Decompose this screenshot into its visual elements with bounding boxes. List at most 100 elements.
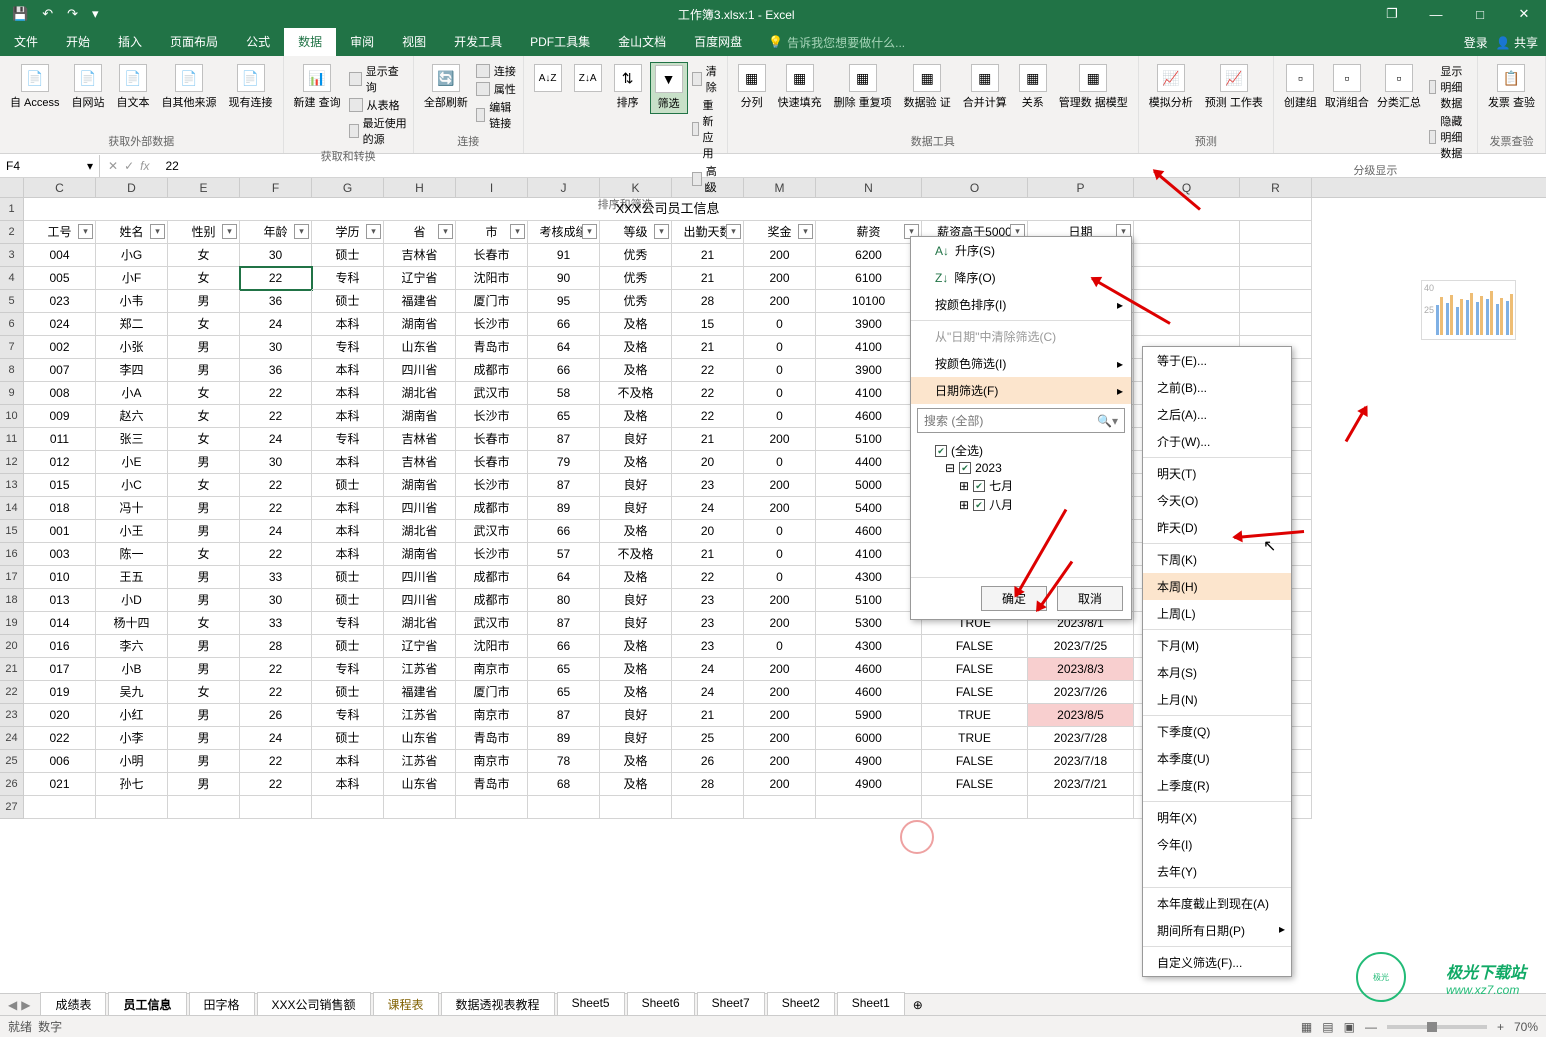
header-cell[interactable]: 工号▾ [24, 221, 96, 244]
cell[interactable]: 男 [168, 704, 240, 727]
cell[interactable]: 及格 [600, 566, 672, 589]
cell[interactable]: 23 [672, 589, 744, 612]
menu-插入[interactable]: 插入 [104, 28, 156, 56]
header-cell[interactable]: 年龄▾ [240, 221, 312, 244]
cell[interactable]: 200 [744, 589, 816, 612]
cell[interactable]: 018 [24, 497, 96, 520]
cell[interactable]: 200 [744, 658, 816, 681]
cell[interactable]: 本科 [312, 382, 384, 405]
cell[interactable]: 22 [240, 267, 312, 290]
row-header[interactable]: 9 [0, 382, 24, 405]
tree-year-2023[interactable]: ⊟✔2023 [935, 460, 1121, 476]
row-header[interactable]: 23 [0, 704, 24, 727]
cell[interactable]: 2023/7/25 [1028, 635, 1134, 658]
cell[interactable]: 22 [672, 405, 744, 428]
cell[interactable]: 湖南省 [384, 405, 456, 428]
cell[interactable]: 四川省 [384, 589, 456, 612]
cell[interactable]: 成都市 [456, 359, 528, 382]
cell[interactable]: 及格 [600, 336, 672, 359]
zoom-out-icon[interactable]: — [1365, 1020, 1377, 1034]
cell[interactable]: 21 [672, 543, 744, 566]
cell[interactable]: 4600 [816, 658, 922, 681]
cell[interactable]: 及格 [600, 681, 672, 704]
maximize-icon[interactable]: □ [1462, 7, 1498, 22]
cell[interactable]: 017 [24, 658, 96, 681]
cell[interactable]: 21 [672, 336, 744, 359]
cell[interactable]: 6100 [816, 267, 922, 290]
cell[interactable]: 30 [240, 451, 312, 474]
row-header[interactable]: 25 [0, 750, 24, 773]
row-header[interactable]: 12 [0, 451, 24, 474]
cell[interactable]: 0 [744, 313, 816, 336]
ribbon-btn[interactable]: 📈模拟分析 [1145, 62, 1197, 112]
filter-icon[interactable]: ▾ [150, 224, 165, 239]
cell[interactable]: 2023/7/21 [1028, 773, 1134, 796]
header-cell[interactable]: 奖金▾ [744, 221, 816, 244]
cell[interactable]: 良好 [600, 497, 672, 520]
menu-数据[interactable]: 数据 [284, 28, 336, 56]
cell[interactable]: 沈阳市 [456, 635, 528, 658]
cell[interactable]: 及格 [600, 313, 672, 336]
cell[interactable]: 女 [168, 267, 240, 290]
cell[interactable]: 良好 [600, 428, 672, 451]
sheet-tab[interactable]: Sheet5 [557, 992, 625, 1018]
filter-icon[interactable]: ▾ [222, 224, 237, 239]
cell[interactable]: 四川省 [384, 359, 456, 382]
minimize-icon[interactable]: — [1418, 7, 1454, 22]
cell[interactable]: 24 [240, 428, 312, 451]
ribbon-sm[interactable]: 显示明细数据 [1429, 62, 1471, 112]
cell[interactable]: 20 [672, 520, 744, 543]
cell[interactable]: 003 [24, 543, 96, 566]
cell[interactable]: 15 [672, 313, 744, 336]
col-header[interactable]: C [24, 178, 96, 197]
cell[interactable]: 90 [528, 267, 600, 290]
cell[interactable]: 78 [528, 750, 600, 773]
cell[interactable]: 0 [744, 405, 816, 428]
cell[interactable]: 64 [528, 566, 600, 589]
cell[interactable]: 23 [672, 474, 744, 497]
cell[interactable]: 江苏省 [384, 658, 456, 681]
filter-icon[interactable]: ▾ [294, 224, 309, 239]
view-layout-icon[interactable]: ▤ [1322, 1020, 1333, 1034]
ribbon-btn[interactable]: ▦数据验 证 [900, 62, 955, 112]
col-header[interactable]: M [744, 178, 816, 197]
cell[interactable]: 6000 [816, 727, 922, 750]
cell[interactable]: 013 [24, 589, 96, 612]
col-header[interactable]: H [384, 178, 456, 197]
col-header[interactable]: N [816, 178, 922, 197]
cell[interactable]: 22 [240, 543, 312, 566]
cell[interactable]: 湖南省 [384, 313, 456, 336]
cell[interactable]: 023 [24, 290, 96, 313]
menu-PDF工具集[interactable]: PDF工具集 [516, 28, 604, 56]
row-header[interactable]: 7 [0, 336, 24, 359]
filter-icon[interactable]: ▾ [438, 224, 453, 239]
cell[interactable]: 及格 [600, 405, 672, 428]
header-cell[interactable]: 性别▾ [168, 221, 240, 244]
filter-by-color-item[interactable]: 按颜色筛选(I)▸ [911, 350, 1131, 377]
row-header[interactable]: 14 [0, 497, 24, 520]
login-link[interactable]: 登录 [1464, 34, 1488, 51]
sort-za-button[interactable]: Z↓A [570, 62, 606, 94]
cell[interactable]: 小张 [96, 336, 168, 359]
cell[interactable]: 0 [744, 635, 816, 658]
ribbon-btn[interactable]: ▦管理数 据模型 [1055, 62, 1132, 112]
date-menu-item[interactable]: 下季度(Q) [1143, 718, 1291, 745]
ribbon-sm[interactable]: 最近使用的源 [349, 114, 407, 148]
cell[interactable]: 本科 [312, 405, 384, 428]
header-cell[interactable]: 等级▾ [600, 221, 672, 244]
cell[interactable]: 4600 [816, 405, 922, 428]
cell[interactable]: 硕士 [312, 635, 384, 658]
header-cell[interactable]: 姓名▾ [96, 221, 168, 244]
cell[interactable]: 2023/7/28 [1028, 727, 1134, 750]
row-header[interactable]: 1 [0, 198, 24, 221]
cell[interactable]: 0 [744, 382, 816, 405]
cell[interactable]: 0 [744, 543, 816, 566]
menu-文件[interactable]: 文件 [0, 28, 52, 56]
cell[interactable]: 江苏省 [384, 750, 456, 773]
cell[interactable]: 女 [168, 543, 240, 566]
cell[interactable]: 硕士 [312, 244, 384, 267]
sheet-tab[interactable]: Sheet2 [767, 992, 835, 1018]
cell[interactable]: 冯十 [96, 497, 168, 520]
cell[interactable]: 良好 [600, 589, 672, 612]
col-header[interactable]: D [96, 178, 168, 197]
